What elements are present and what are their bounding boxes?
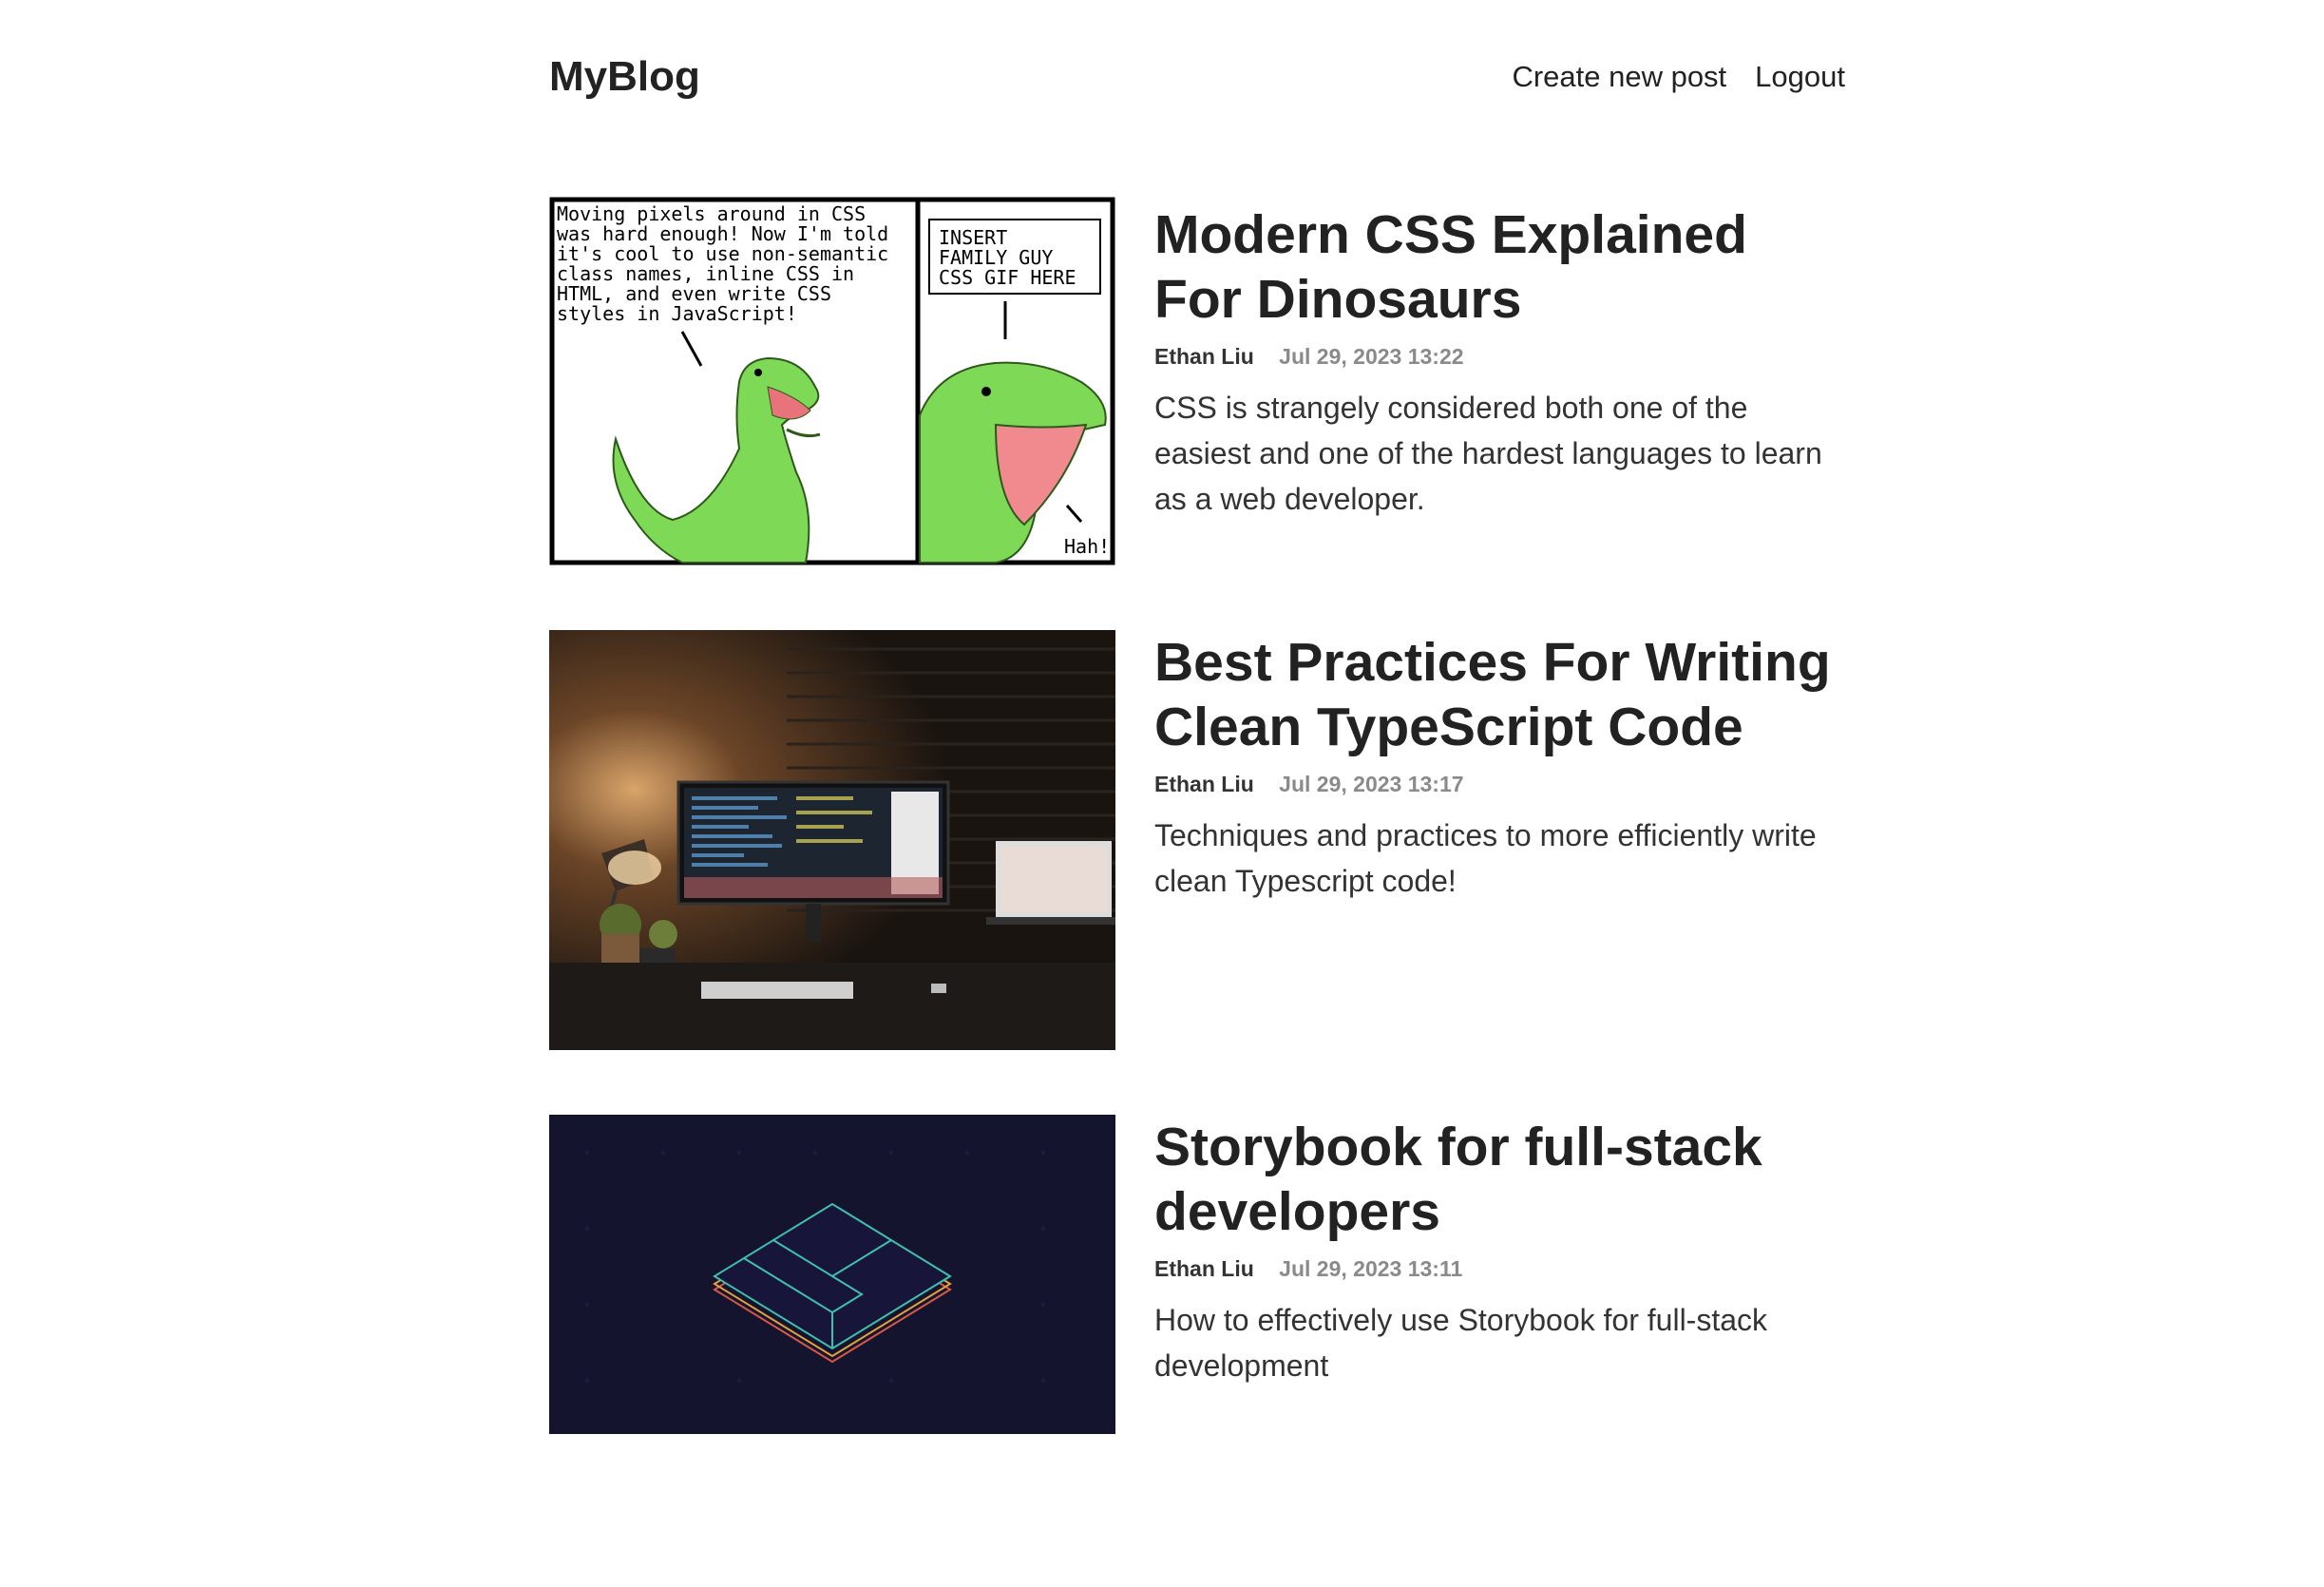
post-thumbnail[interactable]: [549, 1115, 1115, 1434]
page: MyBlog Create new post Logout Moving pix…: [0, 0, 2324, 1587]
comic-caption-line: styles in JavaScript!: [557, 302, 797, 325]
post-author: Ethan Liu: [1154, 344, 1254, 369]
post-meta: Ethan Liu Jul 29, 2023 13:11: [1154, 1255, 1845, 1282]
comic-exclaim: Hah!: [1064, 535, 1110, 558]
post-date: Jul 29, 2023 13:17: [1279, 772, 1464, 796]
post-excerpt: How to effectively use Storybook for ful…: [1154, 1303, 1768, 1383]
post-card: Storybook for full-stack developers Etha…: [549, 1115, 1845, 1434]
site-logo[interactable]: MyBlog: [549, 46, 700, 108]
post-title[interactable]: Storybook for full-stack developers: [1154, 1115, 1845, 1244]
storybook-graphic-image: [549, 1115, 1115, 1434]
post-meta: Ethan Liu Jul 29, 2023 13:22: [1154, 343, 1845, 370]
post-body: Storybook for full-stack developers Etha…: [1154, 1115, 1845, 1419]
site-nav: Create new post Logout: [1512, 46, 1845, 108]
post-body: Modern CSS Explained For Dinosaurs Ethan…: [1154, 202, 1845, 552]
comic-box-line: CSS GIF HERE: [939, 266, 1076, 289]
post-body: Best Practices For Writing Clean TypeScr…: [1154, 630, 1845, 934]
post-author: Ethan Liu: [1154, 772, 1254, 796]
post-card: Best Practices For Writing Clean TypeScr…: [549, 630, 1845, 1050]
post-author: Ethan Liu: [1154, 1256, 1254, 1281]
desk-setup-photo: [549, 630, 1115, 1050]
post-title[interactable]: Best Practices For Writing Clean TypeScr…: [1154, 630, 1845, 759]
site-header: MyBlog Create new post Logout: [549, 46, 1845, 108]
post-excerpt: CSS is strangely considered both one of …: [1154, 391, 1822, 516]
post-card: Moving pixels around in CSS was hard eno…: [549, 197, 1845, 565]
dinosaur-comic-image: Moving pixels around in CSS was hard eno…: [549, 197, 1115, 565]
create-post-link[interactable]: Create new post: [1512, 46, 1726, 108]
post-date: Jul 29, 2023 13:11: [1279, 1256, 1463, 1281]
logout-link[interactable]: Logout: [1755, 46, 1845, 108]
post-meta: Ethan Liu Jul 29, 2023 13:17: [1154, 771, 1845, 797]
post-thumbnail[interactable]: Moving pixels around in CSS was hard eno…: [549, 197, 1115, 565]
post-thumbnail[interactable]: [549, 630, 1115, 1050]
post-title[interactable]: Modern CSS Explained For Dinosaurs: [1154, 202, 1845, 332]
post-date: Jul 29, 2023 13:22: [1279, 344, 1464, 369]
post-excerpt: Techniques and practices to more efficie…: [1154, 818, 1817, 898]
